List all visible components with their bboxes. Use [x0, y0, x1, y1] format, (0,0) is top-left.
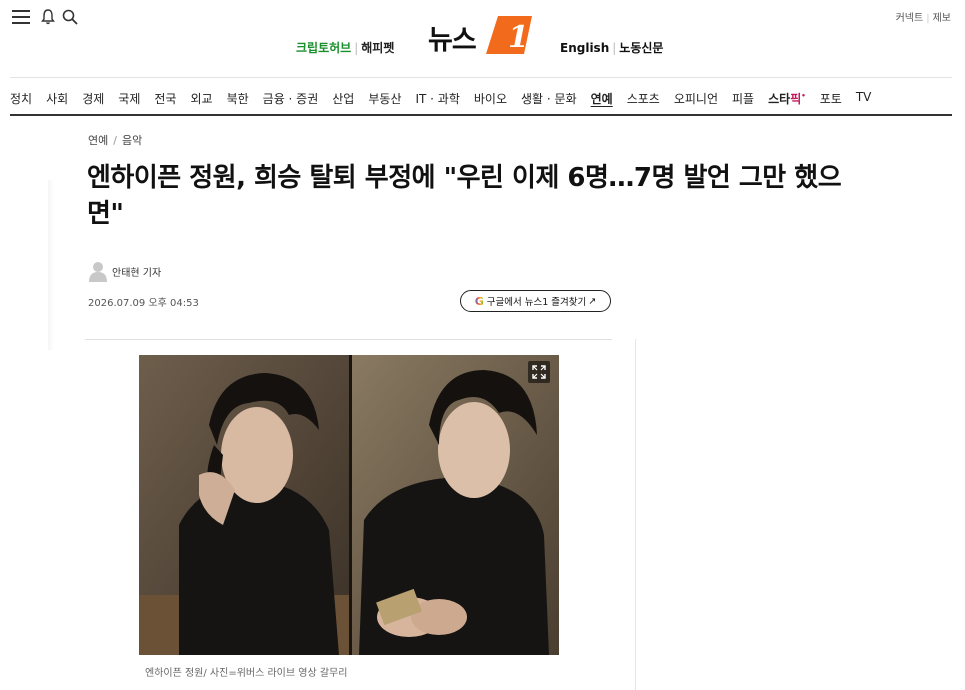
publish-date: 2026.07.09 오후 04:53: [88, 298, 199, 309]
menu-icon[interactable]: [11, 8, 31, 26]
site-header: 크립토허브 | 해피펫 뉴스 1 English | 노동신문 커넥트 | 제보: [0, 0, 965, 78]
breadcrumb-entertainment[interactable]: 연예: [88, 134, 108, 147]
nav-item-life-culture[interactable]: 생활 · 문화: [521, 90, 577, 110]
utility-links: 커넥트 | 제보: [896, 9, 951, 24]
report-link[interactable]: 제보: [933, 13, 951, 24]
lang-link-nk[interactable]: 노동신문: [619, 41, 663, 55]
separator: |: [612, 41, 617, 55]
nav-item-finance[interactable]: 금융 · 증권: [263, 90, 319, 110]
separator: |: [354, 41, 359, 55]
partner-links: 크립토허브 | 해피펫: [296, 39, 394, 56]
photo-caption: 엔하이픈 정원/ 사진=위버스 라이브 영상 갈무리: [145, 668, 348, 679]
separator: |: [926, 13, 930, 24]
google-favorite-button[interactable]: G 구글에서 뉴스1 즐겨찾기 ↗: [460, 290, 611, 312]
column-divider: [635, 339, 636, 690]
breadcrumb: 연예 / 음악: [88, 132, 142, 148]
nav-item-world[interactable]: 국제: [118, 90, 140, 110]
article-photo[interactable]: [139, 355, 559, 655]
nav-item-photo[interactable]: 포토: [820, 90, 842, 110]
nav-item-society[interactable]: 사회: [46, 90, 68, 110]
bell-icon[interactable]: [38, 8, 58, 26]
reporter-name[interactable]: 안태현 기자: [112, 264, 161, 279]
expand-photo-button[interactable]: [528, 361, 550, 383]
google-button-label: 구글에서 뉴스1 즐겨찾기: [486, 297, 587, 308]
nav-item-real-estate[interactable]: 부동산: [368, 90, 401, 110]
article-title: 엔하이픈 정원, 희승 탈퇴 부정에 "우린 이제 6명…7명 발언 그만 했으…: [87, 163, 842, 229]
site-logo[interactable]: 뉴스 1: [428, 12, 538, 58]
nav-item-people[interactable]: 피플: [732, 90, 754, 110]
expand-icon: [532, 365, 546, 379]
star-dot: •: [801, 92, 806, 100]
main-nav: 정치 사회 경제 국제 전국 외교 북한 금융 · 증권 산업 부동산 IT ·…: [10, 90, 885, 110]
external-link-icon: ↗: [588, 295, 597, 307]
lang-link-english[interactable]: English: [560, 41, 609, 55]
side-shadow: [48, 180, 54, 350]
logo-mark-icon: 1: [486, 16, 532, 55]
logo-text: 뉴스: [428, 25, 477, 56]
nav-item-national[interactable]: 전국: [154, 90, 176, 110]
reporter-avatar-icon: [89, 262, 107, 282]
breadcrumb-music[interactable]: 음악: [122, 134, 142, 147]
nav-item-industry[interactable]: 산업: [332, 90, 354, 110]
nav-item-sports[interactable]: 스포츠: [627, 90, 660, 110]
search-icon[interactable]: [60, 8, 80, 26]
nav-item-politics[interactable]: 정치: [10, 90, 32, 110]
nav-item-north-korea[interactable]: 북한: [227, 90, 249, 110]
partner-link-crypto[interactable]: 크립토허브: [296, 41, 351, 55]
byline: 안태현 기자: [88, 260, 161, 282]
partner-link-pet[interactable]: 해피펫: [361, 41, 394, 55]
pick-label: 픽: [790, 92, 802, 106]
photo-illustration: [139, 355, 559, 655]
nav-item-it-science[interactable]: IT · 과학: [415, 90, 459, 110]
nav-item-opinion[interactable]: 오피니언: [674, 90, 718, 110]
google-icon: G: [474, 294, 484, 308]
header-divider: [10, 77, 952, 78]
logo-mark-text: 1: [508, 20, 529, 55]
nav-item-bio[interactable]: 바이오: [474, 90, 507, 110]
nav-item-tv[interactable]: TV: [856, 90, 872, 110]
nav-item-star-pick[interactable]: 스타픽•: [768, 90, 806, 110]
language-links: English | 노동신문: [560, 39, 663, 56]
nav-item-economy[interactable]: 경제: [82, 90, 104, 110]
nav-divider: [10, 114, 952, 116]
nav-item-diplomacy[interactable]: 외교: [190, 90, 212, 110]
nav-item-entertainment[interactable]: 연예: [591, 90, 613, 110]
content-divider: [85, 339, 612, 340]
star-label: 스타: [768, 92, 791, 106]
connect-link[interactable]: 커넥트: [896, 13, 924, 24]
breadcrumb-separator: /: [113, 134, 117, 147]
